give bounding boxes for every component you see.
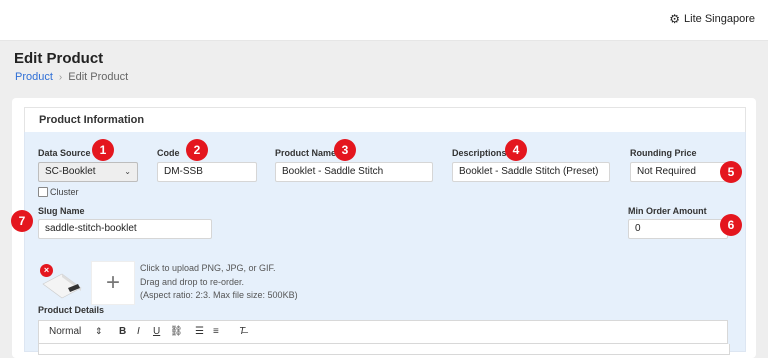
store-name: Lite Singapore	[684, 13, 755, 25]
breadcrumb-current: Edit Product	[68, 71, 129, 83]
ordered-list-icon[interactable]: ☰	[195, 326, 204, 337]
bold-button[interactable]: B	[119, 326, 126, 337]
gear-icon: ⚙	[669, 12, 681, 26]
breadcrumb: Product › Edit Product	[15, 71, 128, 83]
annotation-badge-1: 1	[92, 139, 114, 161]
code-label: Code	[157, 148, 180, 158]
chevron-down-icon: ⌄	[124, 167, 131, 176]
chevron-right-icon: ›	[58, 71, 63, 83]
slug-name-input[interactable]: saddle-stitch-booklet	[38, 219, 212, 239]
min-order-amount-label: Min Order Amount	[628, 206, 707, 216]
annotation-badge-7: 7	[11, 210, 33, 232]
descriptions-label: Descriptions	[452, 148, 507, 158]
slug-name-label: Slug Name	[38, 206, 85, 216]
annotation-badge-5: 5	[720, 161, 742, 183]
top-bar: ⚙ Lite Singapore	[0, 0, 768, 41]
link-icon[interactable]: ⛓	[170, 326, 183, 337]
section-header: Product Information	[24, 107, 746, 132]
upload-image-button[interactable]: +	[91, 261, 135, 305]
breadcrumb-product-link[interactable]: Product	[15, 71, 53, 83]
product-details-label: Product Details	[38, 305, 105, 315]
underline-button[interactable]: U	[153, 326, 160, 337]
italic-button[interactable]: I	[137, 326, 140, 337]
upload-instruction-line: Click to upload PNG, JPG, or GIF.	[140, 263, 276, 273]
upload-instruction-line: Drag and drop to re-order.	[140, 276, 245, 287]
product-name-input[interactable]: Booklet - Saddle Stitch	[275, 162, 433, 182]
page-title: Edit Product	[14, 50, 104, 67]
descriptions-input[interactable]: Booklet - Saddle Stitch (Preset)	[452, 162, 610, 182]
code-input[interactable]: DM-SSB	[157, 162, 257, 182]
product-name-label: Product Name	[275, 148, 337, 158]
store-selector[interactable]: ⚙ Lite Singapore	[669, 13, 755, 25]
annotation-badge-3: 3	[334, 139, 356, 161]
editor-toolbar: Normal ⇕ B I U ⛓ ☰ ≡ T̶	[38, 320, 728, 344]
annotation-badge-6: 6	[720, 214, 742, 236]
rounding-price-label: Rounding Price	[630, 148, 697, 158]
annotation-badge-2: 2	[186, 139, 208, 161]
cluster-checkbox[interactable]	[38, 187, 48, 197]
rounding-price-input[interactable]: Not Required	[630, 162, 728, 182]
bullet-list-icon[interactable]: ≡	[213, 326, 219, 337]
data-source-value: SC-Booklet	[45, 166, 96, 177]
data-source-label: Data Source	[38, 148, 91, 158]
chevron-updown-icon: ⇕	[95, 326, 103, 336]
plus-icon: +	[105, 269, 120, 296]
remove-image-icon[interactable]: ×	[40, 264, 53, 277]
data-source-select[interactable]: SC-Booklet ⌄	[38, 162, 138, 182]
annotation-badge-4: 4	[505, 139, 527, 161]
upload-instructions: Click to upload PNG, JPG, or GIF. Drag a…	[140, 262, 298, 303]
upload-instruction-line: (Aspect ratio: 2:3. Max file size: 500KB…	[140, 290, 298, 300]
cluster-label: Cluster	[50, 187, 79, 197]
clear-format-icon[interactable]: T̶	[239, 326, 245, 337]
min-order-amount-input[interactable]: 0	[628, 219, 728, 239]
section-title: Product Information	[39, 114, 145, 126]
text-style-select[interactable]: Normal	[49, 326, 81, 337]
